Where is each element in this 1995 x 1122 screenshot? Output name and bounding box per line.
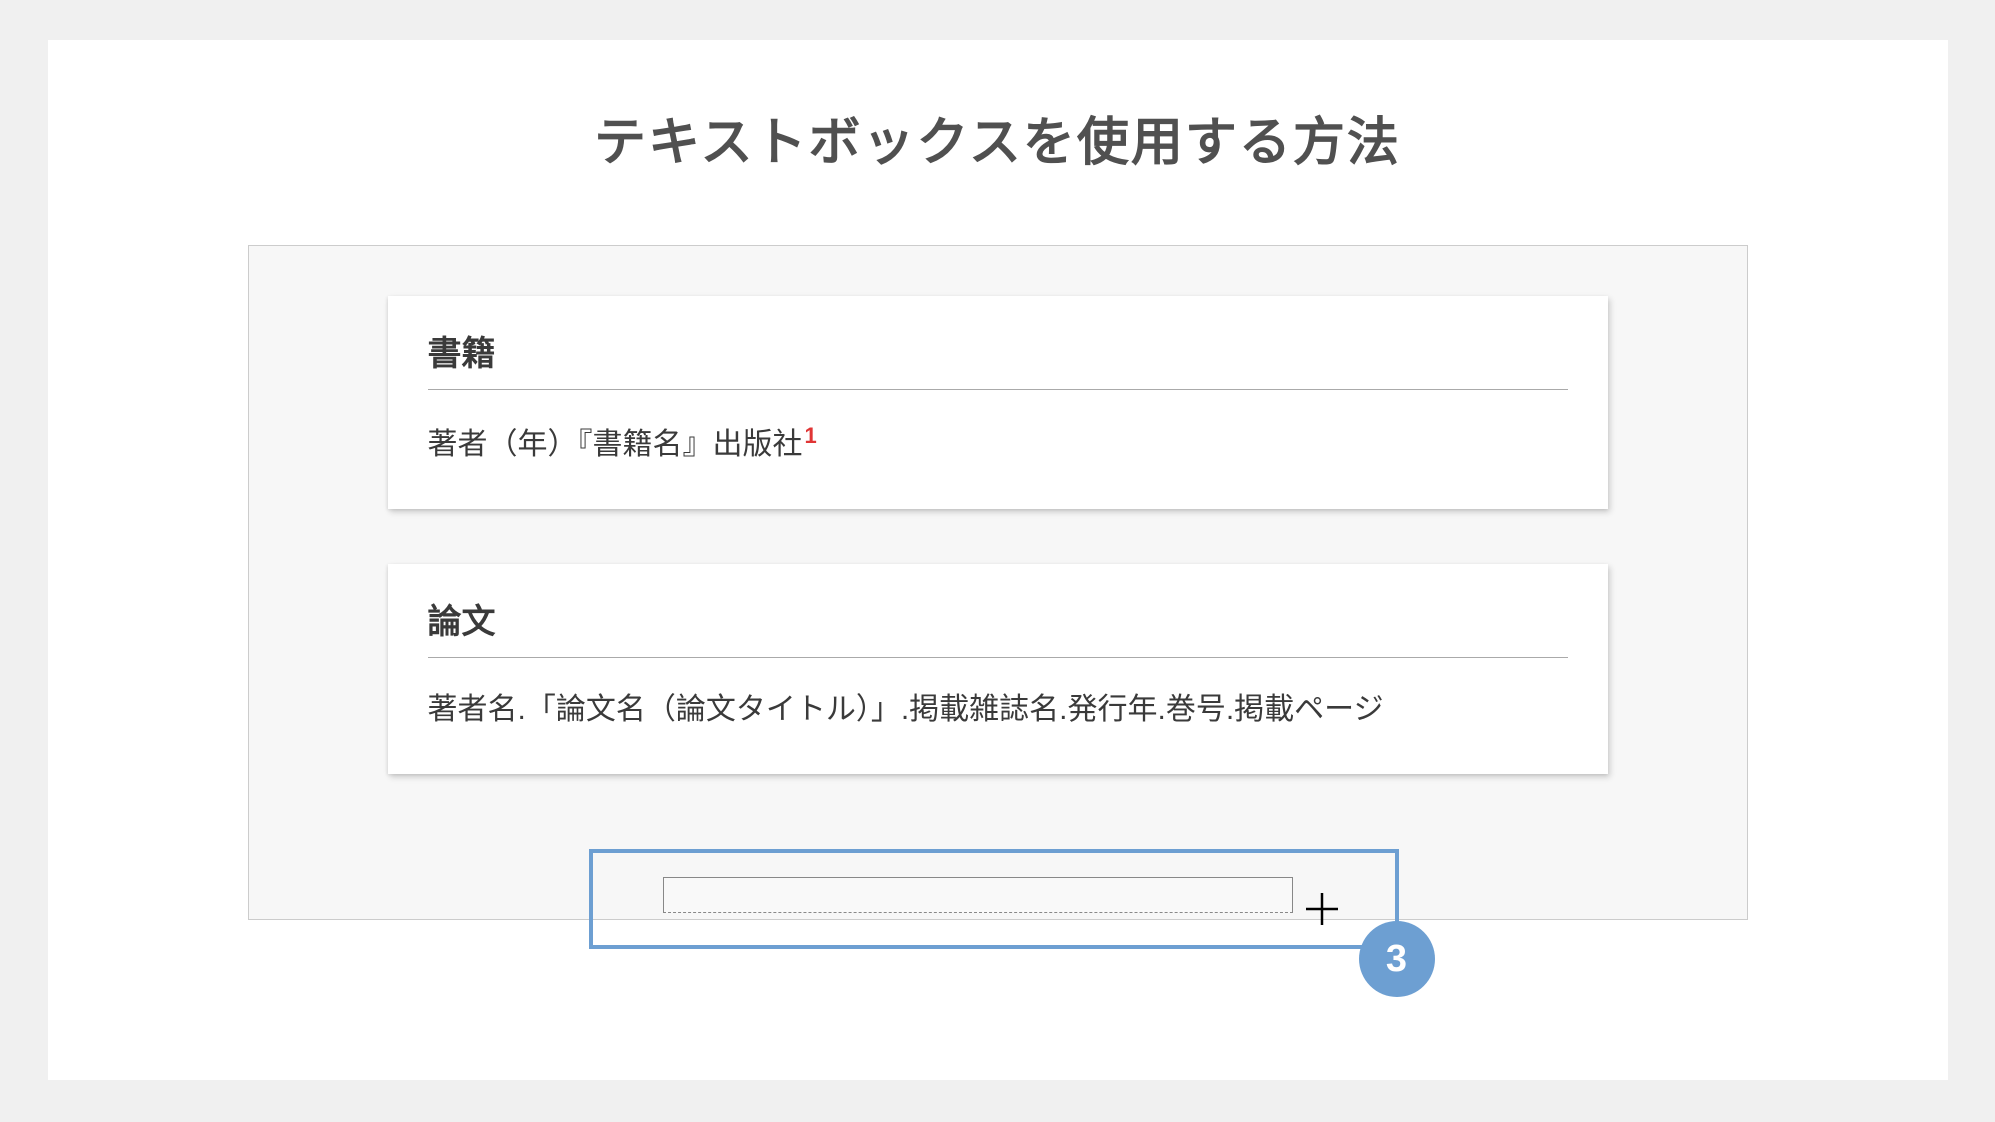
step-number-badge: 3: [1359, 921, 1435, 997]
card-book-body-text: 著者（年）『書籍名』出版社: [428, 428, 803, 461]
textbox-drawing-frame[interactable]: [663, 877, 1293, 913]
card-paper-heading: 論文: [428, 594, 1568, 658]
footnote-marker: 1: [805, 423, 817, 448]
textbox-insertion-highlight[interactable]: 3: [589, 849, 1399, 949]
content-container: 書籍 著者（年）『書籍名』出版社1 論文 著者名.「論文名（論文タイトル）」.掲…: [248, 245, 1748, 920]
crosshair-cursor-icon: [1304, 891, 1340, 927]
card-book: 書籍 著者（年）『書籍名』出版社1: [388, 296, 1608, 509]
card-paper: 論文 著者名.「論文名（論文タイトル）」.掲載雑誌名.発行年.巻号.掲載ページ: [388, 564, 1608, 774]
card-book-heading: 書籍: [428, 326, 1568, 390]
card-book-body: 著者（年）『書籍名』出版社1: [428, 418, 1568, 469]
page-title: テキストボックスを使用する方法: [148, 100, 1848, 175]
slide: テキストボックスを使用する方法 書籍 著者（年）『書籍名』出版社1 論文 著者名…: [48, 40, 1948, 1080]
card-paper-body: 著者名.「論文名（論文タイトル）」.掲載雑誌名.発行年.巻号.掲載ページ: [428, 686, 1568, 734]
